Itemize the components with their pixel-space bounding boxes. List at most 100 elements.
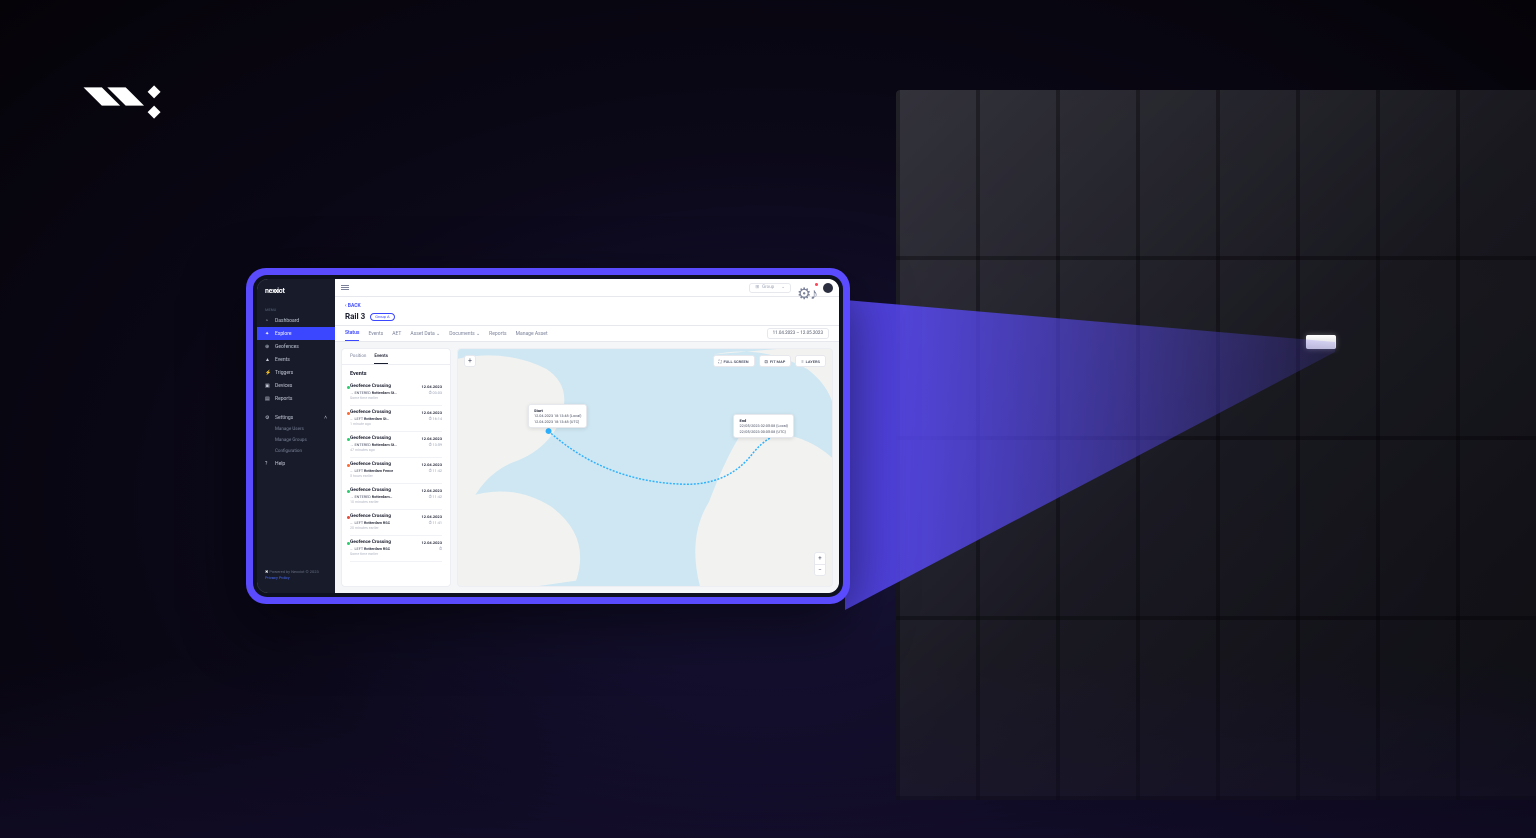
sidebar-item-explore[interactable]: ✦ Explore	[257, 327, 335, 340]
event-time: ⏱	[439, 546, 442, 551]
page-title: Rail 3	[345, 312, 365, 321]
zoom-in-button[interactable]: +	[814, 552, 826, 564]
sidebar-item-label: Geofences	[275, 344, 299, 350]
sidebar-section-label: MENU	[257, 303, 335, 314]
date-range-picker[interactable]: 11.04.2023 – 12.05.2023	[767, 328, 829, 339]
sidebar-item-devices[interactable]: ▣ Devices	[257, 379, 335, 392]
sidebar-sub-manage-groups[interactable]: Manage Groups	[257, 435, 335, 446]
group-search[interactable]: ⊞ Group ⌄	[749, 283, 791, 293]
sidebar-item-label: Dashboard	[275, 318, 299, 324]
map-canvas	[458, 349, 832, 586]
sidebar-item-reports[interactable]: ▤ Reports	[257, 392, 335, 405]
fullscreen-icon: ⛶	[719, 359, 722, 364]
sidebar-item-label: Triggers	[275, 370, 293, 376]
back-link[interactable]: ‹ BACK	[345, 303, 829, 309]
panel-tab-events[interactable]: Events	[374, 354, 387, 364]
notifications-icon[interactable]: ♪	[810, 284, 817, 291]
fit-map-button[interactable]: ⊡FIT MAP	[759, 355, 792, 367]
events-panel: Position Events Events Geofence Crossing…	[341, 348, 451, 587]
panel-title: Events	[342, 365, 450, 380]
panel-tab-position[interactable]: Position	[350, 354, 366, 364]
sidebar-footer: ✖ Powered by Nexxiot © 2023 Privacy Poli…	[257, 563, 335, 587]
sidebar-item-label: Settings	[275, 415, 293, 421]
sidebar-item-help[interactable]: ? Help	[257, 457, 335, 470]
menu-toggle[interactable]	[341, 284, 349, 292]
sidebar: nexxiot MENU ◔ Dashboard ✦ Explore ⊕ Geo…	[257, 279, 335, 593]
sidebar-sub-manage-users[interactable]: Manage Users	[257, 424, 335, 435]
gauge-icon: ◔	[265, 318, 271, 324]
event-dot-icon	[347, 490, 350, 493]
zoom-out-button[interactable]: −	[814, 564, 826, 576]
sidebar-item-label: Reports	[275, 396, 292, 402]
event-time: ⏱ 11:42	[429, 468, 442, 473]
map[interactable]: + ⛶FULL SCREEN ⊡FIT MAP ≡LAYERS + −	[457, 348, 833, 587]
fit-icon: ⊡	[765, 359, 768, 364]
event-item[interactable]: Geofence Crossing12.04.2023⏱ 11:42→ENTER…	[350, 484, 442, 510]
search-icon: ⊞	[755, 285, 759, 290]
chevron-up-icon: ˄	[324, 415, 327, 421]
tablet-frame: nexxiot MENU ◔ Dashboard ✦ Explore ⊕ Geo…	[246, 268, 850, 604]
chevron-down-icon: ⌄	[476, 331, 480, 337]
group-badge[interactable]: Group A	[370, 313, 394, 321]
map-tooltip-end: End 22/05/2023 02:05:08 (Local) 22/05/20…	[733, 414, 794, 438]
sidebar-item-label: Help	[275, 461, 285, 467]
event-item[interactable]: Geofence Crossing12.04.2023⏱ 11:41←LEFT …	[350, 510, 442, 536]
event-time: ⏱ 16:14	[429, 416, 442, 421]
sidebar-item-dashboard[interactable]: ◔ Dashboard	[257, 314, 335, 327]
chevron-down-icon: ⌄	[436, 331, 440, 337]
tabs-row: Status Events AET Asset Data ⌄ Documents…	[335, 326, 839, 342]
event-time: ⏱ 13:59	[429, 442, 442, 447]
brand-logo	[78, 78, 188, 130]
event-item[interactable]: Geofence Crossing12.04.2023⏱ 03:03→ENTER…	[350, 380, 442, 406]
tab-manage-asset[interactable]: Manage Asset	[516, 327, 548, 341]
sidebar-item-geofences[interactable]: ⊕ Geofences	[257, 340, 335, 353]
tab-aet[interactable]: AET	[392, 327, 401, 341]
chevron-down-icon: ⌄	[781, 285, 785, 290]
globe-icon: ⊕	[265, 344, 271, 350]
event-item[interactable]: Geofence Crossing12.04.2023⏱ 11:42←LEFT …	[350, 458, 442, 484]
event-detail: ←LEFT Rotterdam RSC	[350, 546, 442, 551]
event-date: 12.04.2023	[421, 462, 442, 467]
event-date: 12.04.2023	[421, 540, 442, 545]
app-screen: nexxiot MENU ◔ Dashboard ✦ Explore ⊕ Geo…	[257, 279, 839, 593]
event-date: 12.04.2023	[421, 410, 442, 415]
layers-button[interactable]: ≡LAYERS	[795, 355, 826, 367]
sidebar-sub-configuration[interactable]: Configuration	[257, 446, 335, 457]
event-since: Some time earlier	[350, 396, 442, 400]
event-dot-icon	[347, 386, 350, 389]
report-icon: ▤	[265, 396, 271, 402]
sidebar-item-events[interactable]: ▲ Events	[257, 353, 335, 366]
tab-events[interactable]: Events	[368, 327, 383, 341]
privacy-link[interactable]: Privacy Policy	[265, 575, 327, 581]
tab-documents[interactable]: Documents ⌄	[449, 327, 480, 341]
event-dot-icon	[347, 412, 350, 415]
alert-icon: ▲	[265, 357, 271, 363]
tab-reports[interactable]: Reports	[489, 327, 506, 341]
events-list[interactable]: Geofence Crossing12.04.2023⏱ 03:03→ENTER…	[342, 380, 450, 586]
event-since: 20 minutes earlier	[350, 526, 442, 530]
layers-icon: ≡	[801, 359, 803, 364]
device-icon: ▣	[265, 383, 271, 389]
sidebar-item-triggers[interactable]: ⚡ Triggers	[257, 366, 335, 379]
tab-status[interactable]: Status	[345, 326, 359, 341]
page-header: ‹ BACK Rail 3 Group A	[335, 297, 839, 326]
event-item[interactable]: Geofence Crossing12.04.2023⏱ ←LEFT Rotte…	[350, 536, 442, 562]
add-layer-button[interactable]: +	[464, 355, 476, 367]
avatar[interactable]	[823, 283, 833, 293]
event-dot-icon	[347, 464, 350, 467]
event-since: 5 hours earlier	[350, 474, 442, 478]
compass-icon: ✦	[265, 331, 271, 337]
sidebar-item-label: Devices	[275, 383, 292, 389]
event-item[interactable]: Geofence Crossing12.04.2023⏱ 16:14←LEFT …	[350, 406, 442, 432]
content: Position Events Events Geofence Crossing…	[335, 342, 839, 593]
event-since: 10 minutes earlier	[350, 500, 442, 504]
tab-asset-data[interactable]: Asset Data ⌄	[410, 327, 440, 341]
event-item[interactable]: Geofence Crossing12.04.2023⏱ 13:59→ENTER…	[350, 432, 442, 458]
event-since: Some time earlier	[350, 552, 442, 556]
sidebar-item-label: Events	[275, 357, 290, 363]
fullscreen-button[interactable]: ⛶FULL SCREEN	[713, 355, 755, 367]
event-since: 47 minutes ago	[350, 448, 442, 452]
sidebar-item-settings[interactable]: ⚙ Settings ˄	[257, 411, 335, 424]
settings-icon[interactable]: ⚙	[797, 284, 804, 291]
container-render	[896, 90, 1536, 800]
